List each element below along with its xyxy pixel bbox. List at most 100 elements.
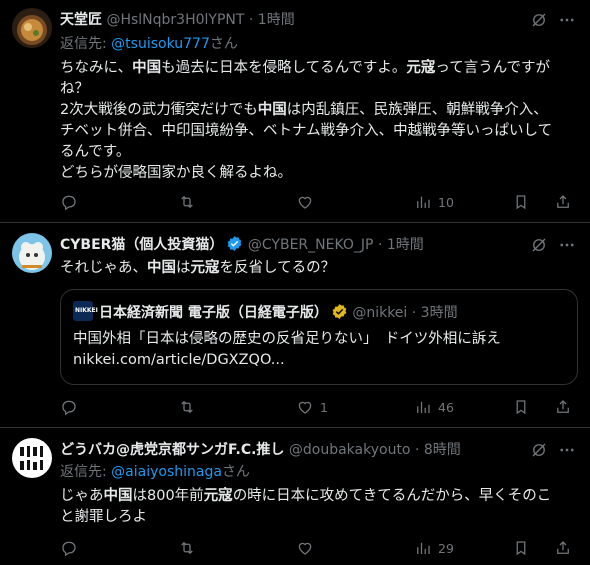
reply-button[interactable] [60,538,84,558]
retweet-icon [181,541,193,555]
more-options-icon[interactable] [558,236,576,254]
views-button[interactable]: 46 [414,397,454,417]
views-button[interactable]: 29 [414,538,454,558]
separator-dot: · [377,237,383,253]
highlight-term: 中国 [147,260,176,276]
handle[interactable]: @doubakakyouto [289,442,411,458]
bookmark-button[interactable] [512,397,530,417]
quoted-timestamp: 3時間 [420,305,458,321]
tweet-header: CYBER猫（個人投資猫） @CYBER_NEKO_JP · 1時間 [60,235,530,255]
grok-icon[interactable] [530,236,548,254]
bookmark-icon [516,400,526,415]
bookmark-icon [516,541,526,556]
reply-to-line: 返信先: @aiaiyoshinagaさん [60,462,250,482]
more-options-icon[interactable] [558,441,576,459]
reply-mention-link[interactable]: @tsuisoku777 [111,36,210,52]
quoted-display-name: 日本経済新聞 電子版（日経電子版） [99,305,328,321]
views-chart-icon [417,401,430,413]
grok-icon[interactable] [530,11,548,29]
text-span: と謝罪しろよ [60,509,147,525]
tweet-text-line: どちらが侵略国家か良く解るよね。 [60,163,582,184]
retweet-button[interactable] [178,397,202,417]
reply-to-line: 返信先: @tsuisoku777さん [60,34,238,54]
reply-button[interactable] [60,397,84,417]
heart-icon [298,542,312,555]
like-button[interactable] [296,192,320,212]
highlight-term: 中国 [257,102,287,118]
tweet-actions: 10 [60,192,580,212]
text-span: は800年前 [132,488,204,504]
views-chart-icon [417,196,430,208]
handle[interactable]: @CYBER_NEKO_JP [248,237,374,253]
text-span: って言うんですが [435,60,550,76]
share-button[interactable] [554,397,572,417]
view-count: 10 [438,194,454,210]
quoted-link-text: nikkei.com/article/DGXZQO... [73,352,285,368]
tweet-text-line: ちなみに、中国も過去に日本を侵略してるんですよ。元寇って言うんですが [60,58,582,79]
quoted-avatar-logo-text: NIKKEI [75,307,98,314]
tweet-header: どうバカ@虎党京都サンガF.C.推し @doubakakyouto · 8時間 [60,440,530,460]
quoted-tweet-text: 中国外相「日本は侵略の歴史の反省足りない」 ドイツ外相に訴え nikkei.co… [73,329,567,371]
text-span: 2次大戦後の武力衝突だけでも [60,102,258,118]
heart-icon [298,196,312,209]
share-icon [557,400,569,413]
handle[interactable]: @HslNqbr3H0lYPNT [106,12,244,28]
quoted-tweet-card[interactable]: NIKKEI 日本経済新聞 電子版（日経電子版） @nikkei · 3時間 中国… [60,289,578,385]
text-span: も過去に日本を侵略してるんですよ。 [161,60,407,76]
heart-icon [298,401,312,414]
timestamp[interactable]: 1時間 [258,12,295,28]
highlight-term: 中国 [132,60,162,76]
more-options-icon[interactable] [558,11,576,29]
bookmark-button[interactable] [512,192,530,212]
text-span: じゃあ [60,488,104,504]
share-button[interactable] [554,538,572,558]
tweet[interactable]: どうバカ@虎党京都サンガF.C.推し @doubakakyouto · 8時間 … [0,428,590,565]
like-button[interactable] [296,538,320,558]
separator-dot: · [411,305,417,321]
timestamp[interactable]: 8時間 [424,442,461,458]
text-span: チベット併合、中印国境紛争、ベトナム戦争介入、中越戦争等いっぱいして [60,123,553,139]
reply-icon [62,541,76,557]
quoted-text-line: 中国外相「日本は侵略の歴史の反省足りない」 ドイツ外相に訴え [73,331,501,347]
views-button[interactable]: 10 [414,192,454,212]
text-span: ちなみに、 [60,60,133,76]
tweet-actions: 29 [60,538,580,558]
reply-suffix: さん [209,36,238,52]
reply-mention-link[interactable]: @aiaiyoshinaga [111,464,222,480]
tweet-text-line: 2次大戦後の武力衝突だけでも中国は内乱鎮圧、民族弾圧、朝鮮戦争介入、 [60,100,582,121]
bookmark-icon [516,195,526,210]
highlight-term: 元寇 [190,260,220,276]
tweet-text-line: ね？ [60,79,582,100]
timestamp[interactable]: 1時間 [387,237,424,253]
display-name[interactable]: どうバカ@虎党京都サンガF.C.推し [60,442,284,458]
reply-icon [62,195,76,211]
avatar[interactable] [12,438,52,478]
display-name[interactable]: CYBER猫（個人投資猫） [60,237,223,253]
reply-button[interactable] [60,192,84,212]
highlight-term: 元寇 [406,60,436,76]
tweet-text: それじゃあ、中国は元寇を反省してるの？ [60,258,582,279]
share-button[interactable] [554,192,572,212]
display-name[interactable]: 天堂匠 [60,12,102,28]
avatar[interactable] [12,233,52,273]
like-button[interactable]: 1 [296,397,328,417]
tweet[interactable]: 天堂匠 @HslNqbr3H0lYPNT · 1時間 返信先: @tsuisok… [0,0,590,222]
tweet-actions: 1 46 [60,397,580,417]
avatar[interactable] [12,8,52,48]
text-span: は内乱鎮圧、民族弾圧、朝鮮戦争介入、 [286,102,548,118]
bookmark-button[interactable] [512,538,530,558]
text-span: は [176,260,191,276]
grok-icon[interactable] [530,441,548,459]
view-count: 46 [438,399,454,415]
retweet-button[interactable] [178,538,202,558]
quoted-avatar: NIKKEI [73,301,98,321]
tweet-text: ちなみに、中国も過去に日本を侵略してるんですよ。元寇って言うんですが ね？ 2次… [60,58,582,184]
quoted-tweet-header: NIKKEI 日本経済新聞 電子版（日経電子版） @nikkei · 3時間 [73,301,458,321]
highlight-term: 中国 [103,488,133,504]
tweet-text-line: るんです。 [60,142,582,163]
retweet-button[interactable] [178,192,202,212]
reply-prefix: 返信先: [60,36,112,52]
reply-suffix: さん [221,464,250,480]
tweet[interactable]: CYBER猫（個人投資猫） @CYBER_NEKO_JP · 1時間 それじゃあ… [0,223,590,427]
tweet-text-line: それじゃあ、中国は元寇を反省してるの？ [60,258,582,279]
